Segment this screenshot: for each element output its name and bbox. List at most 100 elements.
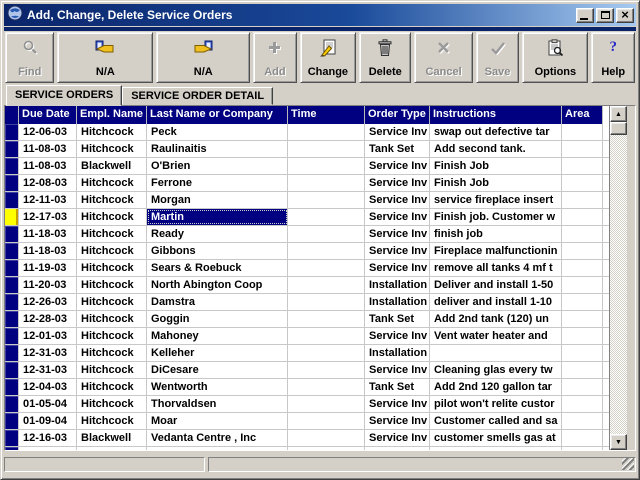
cell-due_date[interactable]: 11-18-03 <box>19 226 77 242</box>
cell-due_date[interactable]: 12-11-03 <box>19 192 77 208</box>
cell-last_name[interactable]: DiCesare <box>147 362 288 378</box>
cell-last_name[interactable]: Damstra <box>147 294 288 310</box>
cell-due_date[interactable]: 12-06-03 <box>19 124 77 140</box>
cell-due_date[interactable] <box>19 447 77 450</box>
cell-due_date[interactable]: 12-17-03 <box>19 209 77 225</box>
cell-time[interactable] <box>288 328 365 344</box>
cell-due_date[interactable]: 12-16-03 <box>19 430 77 446</box>
cell-empl_name[interactable]: Hitchcock <box>77 345 147 361</box>
cell-instructions[interactable]: finish job <box>430 226 562 242</box>
cell-empl_name[interactable]: Hitchcock <box>77 413 147 429</box>
cell-due_date[interactable]: 12-04-03 <box>19 379 77 395</box>
cell-last_name[interactable]: Moar <box>147 413 288 429</box>
cell-instructions[interactable]: remove all tanks 4 mf t <box>430 260 562 276</box>
cell-instructions[interactable]: deliver and install 1-10 <box>430 294 562 310</box>
cell-due_date[interactable]: 11-18-03 <box>19 243 77 259</box>
row-marker[interactable] <box>5 311 19 327</box>
cell-order_type[interactable]: Service Inv <box>365 124 430 140</box>
cell-due_date[interactable]: 12-31-03 <box>19 345 77 361</box>
cell-instructions[interactable]: swap out defective tar <box>430 124 562 140</box>
cell-empl_name[interactable]: Hitchcock <box>77 260 147 276</box>
row-marker[interactable] <box>5 430 19 446</box>
cell-due_date[interactable]: 11-08-03 <box>19 141 77 157</box>
cell-instructions[interactable] <box>430 345 562 361</box>
cell-order_type[interactable]: Service Inv <box>365 328 430 344</box>
cell-due_date[interactable]: 12-31-03 <box>19 362 77 378</box>
row-marker[interactable] <box>5 158 19 174</box>
cell-last_name[interactable]: Gibbons <box>147 243 288 259</box>
cell-instructions[interactable]: Deliver and install 1-50 <box>430 277 562 293</box>
cell-time[interactable] <box>288 226 365 242</box>
row-marker[interactable] <box>5 260 19 276</box>
cell-order_type[interactable]: Tank Set <box>365 141 430 157</box>
cell-due_date[interactable]: 11-08-03 <box>19 158 77 174</box>
cell-empl_name[interactable]: Hitchcock <box>77 328 147 344</box>
delete-button[interactable]: Delete <box>359 32 412 83</box>
cell-last_name[interactable] <box>147 447 288 450</box>
cell-empl_name[interactable]: Hitchcock <box>77 362 147 378</box>
cell-empl_name[interactable]: Blackwell <box>77 430 147 446</box>
cell-last_name[interactable]: O'Brien <box>147 158 288 174</box>
cell-time[interactable] <box>288 345 365 361</box>
cell-empl_name[interactable]: Hitchcock <box>77 175 147 191</box>
cell-due_date[interactable]: 12-26-03 <box>19 294 77 310</box>
cell-order_type[interactable]: Service Inv <box>365 260 430 276</box>
cell-order_type[interactable]: Service Inv <box>365 192 430 208</box>
cell-empl_name[interactable]: Hitchcock <box>77 124 147 140</box>
cell-due_date[interactable]: 11-20-03 <box>19 277 77 293</box>
row-marker[interactable] <box>5 277 19 293</box>
cell-due_date[interactable]: 12-28-03 <box>19 311 77 327</box>
cell-area[interactable] <box>562 277 603 293</box>
scroll-down-button[interactable]: ▼ <box>610 434 627 450</box>
cell-empl_name[interactable]: Blackwell <box>77 158 147 174</box>
cell-order_type[interactable] <box>365 447 430 450</box>
cell-last_name[interactable]: Kelleher <box>147 345 288 361</box>
cell-time[interactable] <box>288 175 365 191</box>
cell-instructions[interactable]: Add 2nd tank (120) un <box>430 311 562 327</box>
cell-instructions[interactable]: Finish Job <box>430 158 562 174</box>
cell-instructions[interactable]: Add 2nd 120 gallon tar <box>430 379 562 395</box>
cell-empl_name[interactable]: Hitchcock <box>77 192 147 208</box>
cell-due_date[interactable]: 12-01-03 <box>19 328 77 344</box>
cell-area[interactable] <box>562 379 603 395</box>
cell-instructions[interactable]: pilot won't relite custor <box>430 396 562 412</box>
options-button[interactable]: Options <box>522 32 589 83</box>
cell-area[interactable] <box>562 243 603 259</box>
cell-last_name[interactable]: Peck <box>147 124 288 140</box>
scrollbar-thumb[interactable] <box>610 122 627 135</box>
maximize-button[interactable] <box>596 7 614 23</box>
cell-time[interactable] <box>288 192 365 208</box>
cell-last_name[interactable]: Goggin <box>147 311 288 327</box>
cell-area[interactable] <box>562 413 603 429</box>
cell-instructions[interactable]: Fireplace malfunctionin <box>430 243 562 259</box>
cell-time[interactable] <box>288 260 365 276</box>
cell-area[interactable] <box>562 260 603 276</box>
cell-time[interactable] <box>288 396 365 412</box>
cell-time[interactable] <box>288 413 365 429</box>
row-marker[interactable] <box>5 345 19 361</box>
cell-time[interactable] <box>288 158 365 174</box>
cell-time[interactable] <box>288 124 365 140</box>
cell-time[interactable] <box>288 447 365 450</box>
cell-empl_name[interactable] <box>77 447 147 450</box>
cell-empl_name[interactable]: Hitchcock <box>77 379 147 395</box>
row-marker[interactable] <box>5 413 19 429</box>
row-marker[interactable] <box>5 192 19 208</box>
selected-cell[interactable]: Martin <box>147 209 288 225</box>
row-marker[interactable] <box>5 294 19 310</box>
cell-area[interactable] <box>562 175 603 191</box>
cell-order_type[interactable]: Service Inv <box>365 430 430 446</box>
cell-order_type[interactable]: Service Inv <box>365 243 430 259</box>
cell-area[interactable] <box>562 141 603 157</box>
cell-empl_name[interactable]: Hitchcock <box>77 243 147 259</box>
cell-area[interactable] <box>562 124 603 140</box>
cell-area[interactable] <box>562 396 603 412</box>
row-marker[interactable] <box>5 243 19 259</box>
cell-last_name[interactable]: Sears & Roebuck <box>147 260 288 276</box>
cell-time[interactable] <box>288 294 365 310</box>
row-marker[interactable] <box>5 396 19 412</box>
cell-due_date[interactable]: 11-19-03 <box>19 260 77 276</box>
minimize-button[interactable] <box>576 7 594 23</box>
cell-area[interactable] <box>562 209 603 225</box>
cell-area[interactable] <box>562 362 603 378</box>
